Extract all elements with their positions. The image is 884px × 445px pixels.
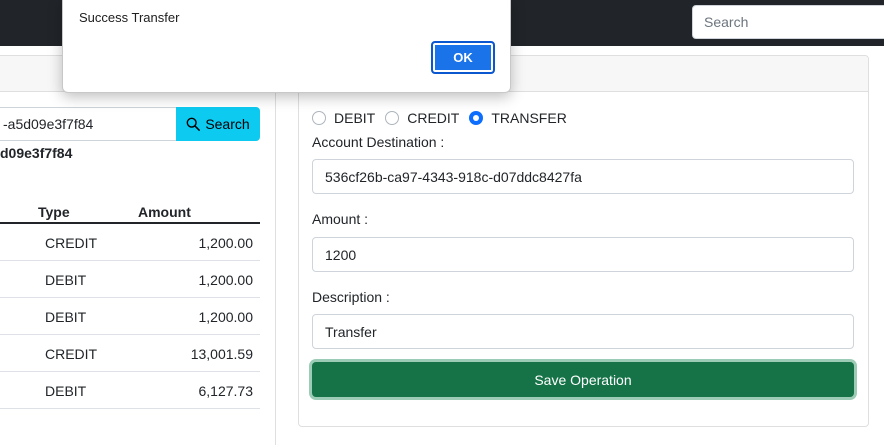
search-icon: [186, 117, 201, 131]
radio-debit[interactable]: DEBIT: [312, 110, 375, 126]
row-amount: 6,127.73: [198, 383, 254, 399]
radio-transfer[interactable]: TRANSFER: [469, 110, 567, 126]
account-id-input[interactable]: [0, 107, 177, 141]
table-row: DEBIT 1,200.00: [0, 261, 260, 298]
description-label: Description :: [312, 289, 390, 305]
radio-credit-label: CREDIT: [407, 110, 460, 126]
column-header-type: Type: [38, 204, 70, 220]
account-destination-input[interactable]: [312, 159, 854, 194]
table-row: CREDIT 1,200.00: [0, 224, 260, 261]
radio-credit-circle[interactable]: [385, 111, 400, 125]
row-amount: 13,001.59: [190, 346, 253, 362]
account-id-value: d09e3f7f84: [0, 145, 73, 161]
row-type: DEBIT: [45, 383, 87, 399]
alert-dialog: Success Transfer OK: [62, 0, 511, 93]
amount-input[interactable]: [312, 237, 854, 272]
radio-transfer-circle[interactable]: [469, 111, 484, 125]
row-type: DEBIT: [45, 272, 87, 288]
table-row: DEBIT 6,127.73: [0, 372, 260, 409]
column-header-amount: Amount: [138, 204, 191, 220]
row-amount: 1,200.00: [198, 309, 254, 325]
alert-ok-button[interactable]: OK: [431, 41, 495, 74]
search-button-label: Search: [205, 116, 250, 132]
account-destination-label: Account Destination :: [312, 134, 445, 150]
alert-message: Success Transfer: [79, 10, 180, 25]
radio-debit-circle[interactable]: [312, 111, 326, 125]
amount-label: Amount :: [312, 211, 369, 227]
table-row: DEBIT 1,200.00: [0, 298, 260, 335]
radio-transfer-label: TRANSFER: [491, 110, 567, 126]
operation-type-radio-group: DEBIT CREDIT TRANSFER: [312, 108, 577, 128]
search-account-button[interactable]: Search: [176, 107, 260, 141]
row-type: DEBIT: [45, 309, 87, 325]
radio-credit[interactable]: CREDIT: [385, 110, 459, 126]
save-operation-button[interactable]: Save Operation: [312, 362, 854, 397]
account-id-text: d09e3f7f84: [0, 145, 72, 161]
description-input[interactable]: [312, 314, 854, 349]
row-amount: 1,200.00: [198, 272, 254, 288]
navbar-search-input[interactable]: [692, 5, 884, 39]
table-header: Type Amount: [0, 200, 260, 224]
transactions-table: Type Amount CREDIT 1,200.00 DEBIT 1,200.…: [0, 200, 260, 409]
row-type: CREDIT: [45, 235, 98, 251]
radio-debit-label: DEBIT: [334, 110, 376, 126]
row-type: CREDIT: [45, 346, 98, 362]
table-row: CREDIT 13,001.59: [0, 335, 260, 372]
row-amount: 1,200.00: [198, 235, 254, 251]
